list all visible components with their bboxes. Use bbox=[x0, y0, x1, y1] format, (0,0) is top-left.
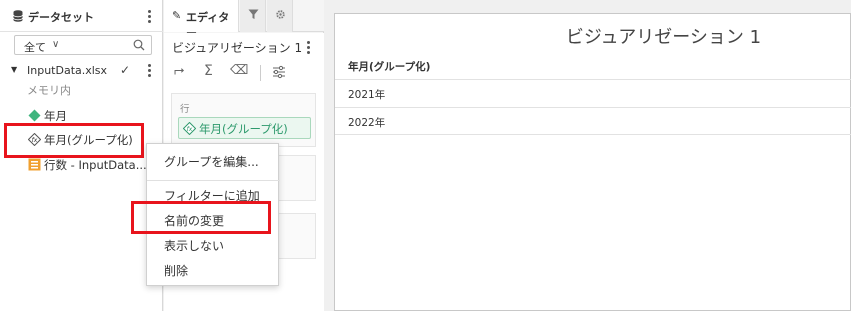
tab-settings[interactable] bbox=[267, 0, 293, 32]
dataset-filter-dropdown[interactable]: 全て ∨ bbox=[14, 35, 152, 55]
row-field-label: 年月(グループ化) bbox=[199, 122, 288, 136]
diamond-field-icon bbox=[28, 109, 41, 122]
rows-section: 行 fx 年月(グループ化) bbox=[171, 93, 316, 147]
filter-value: 全て bbox=[24, 41, 46, 54]
visualization-canvas: ビジュアリゼーション 1 年月(グループ化) 2021年 2022年 bbox=[334, 13, 851, 311]
file-location: メモリ内 bbox=[27, 84, 71, 97]
table-cell[interactable]: 2022年 bbox=[348, 115, 385, 130]
row-field-chip[interactable]: fx 年月(グループ化) bbox=[178, 117, 311, 139]
menu-divider bbox=[147, 180, 280, 181]
field-label: 行数 - InputData... bbox=[44, 158, 147, 172]
svg-text:fx: fx bbox=[187, 126, 193, 133]
pencil-icon: ✎ bbox=[172, 9, 182, 22]
dataset-header: データセット bbox=[0, 0, 163, 32]
editor-tabs: ✎ エディター bbox=[164, 0, 324, 40]
menu-item-delete[interactable]: 削除 bbox=[164, 262, 188, 279]
menu-item-edit-group[interactable]: グループを編集... bbox=[164, 153, 259, 170]
highlight-box bbox=[4, 123, 144, 158]
table-cell[interactable]: 2021年 bbox=[348, 87, 385, 102]
visualization-menu-icon[interactable] bbox=[307, 41, 311, 55]
filter-icon bbox=[248, 9, 259, 19]
tab-filter[interactable] bbox=[240, 0, 266, 32]
row-divider bbox=[335, 107, 851, 108]
header-divider bbox=[335, 79, 851, 80]
check-icon: ✓ bbox=[120, 63, 131, 77]
row-count-icon bbox=[28, 158, 41, 171]
menu-item-hide[interactable]: 表示しない bbox=[164, 237, 224, 254]
eraser-icon[interactable]: ⌫ bbox=[230, 63, 248, 78]
sliders-icon[interactable] bbox=[272, 65, 286, 79]
toolbar-divider bbox=[260, 65, 261, 81]
dataset-menu-icon[interactable] bbox=[148, 10, 152, 24]
calculated-field-icon: fx bbox=[183, 122, 196, 135]
dataset-title: データセット bbox=[28, 11, 94, 24]
database-icon bbox=[13, 10, 23, 22]
gear-icon bbox=[276, 10, 285, 19]
rows-caption: 行 bbox=[180, 104, 190, 115]
tab-editor[interactable]: ✎ エディター bbox=[164, 0, 239, 40]
dataset-file-row[interactable]: ▼ InputData.xlsx ✓ bbox=[0, 62, 163, 80]
swap-axes-icon[interactable]: ⮣ bbox=[174, 63, 184, 78]
column-header[interactable]: 年月(グループ化) bbox=[348, 59, 430, 74]
collapse-arrow-icon[interactable]: ▼ bbox=[11, 65, 17, 74]
sigma-icon[interactable]: Σ bbox=[204, 63, 213, 79]
dataset-panel: データセット 全て ∨ ▼ InputData.xlsx ✓ メモリ内 年月 f… bbox=[0, 0, 163, 311]
visualization-title: ビジュアリゼーション 1 bbox=[565, 27, 762, 48]
visualization-name: ビジュアリゼーション 1 bbox=[172, 41, 303, 55]
file-name: InputData.xlsx bbox=[27, 64, 108, 77]
chevron-down-icon: ∨ bbox=[52, 39, 60, 50]
search-icon[interactable] bbox=[133, 39, 145, 51]
field-label: 年月 bbox=[44, 109, 67, 123]
row-divider bbox=[335, 134, 851, 135]
file-menu-icon[interactable] bbox=[148, 64, 152, 78]
highlight-box bbox=[131, 201, 271, 234]
